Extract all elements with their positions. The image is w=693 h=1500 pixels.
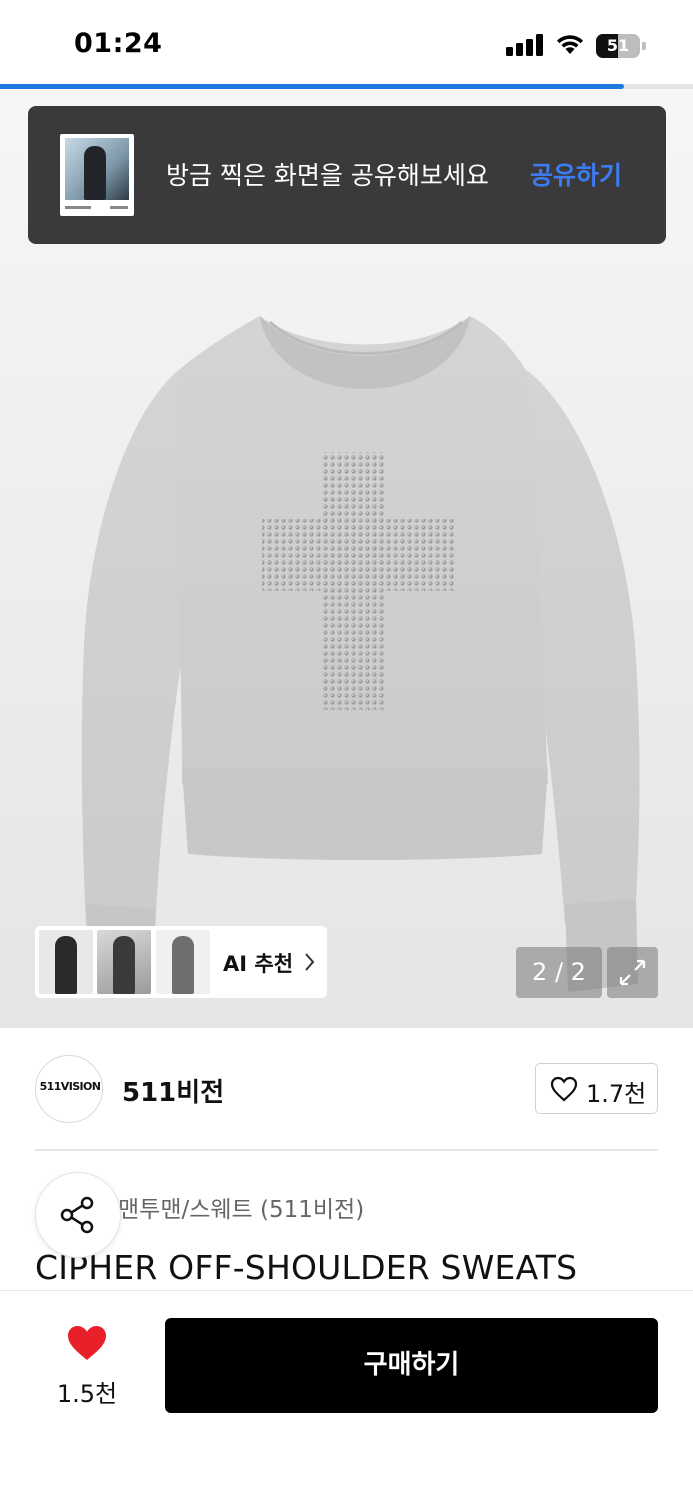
- screenshot-thumbnail[interactable]: [60, 134, 134, 216]
- ai-recommend-button[interactable]: AI 추천: [35, 926, 327, 998]
- ai-recommend-label: AI 추천: [223, 952, 294, 976]
- wifi-icon: [555, 32, 585, 56]
- brand-logo-text: 511VISION: [39, 1080, 101, 1093]
- image-counter: 2 / 2: [516, 947, 602, 998]
- share-floating-button[interactable]: [35, 1172, 121, 1258]
- ai-recommend-thumbnail: [156, 930, 210, 994]
- brand-name[interactable]: 511비전: [122, 1072, 224, 1109]
- toast-message: 방금 찍은 화면을 공유해보세요: [166, 161, 489, 190]
- status-bar: 01:24 51: [0, 0, 693, 84]
- brand-logo[interactable]: 511VISION: [35, 1055, 103, 1123]
- battery-icon: 51: [596, 34, 646, 58]
- share-icon: [60, 1196, 94, 1234]
- expand-image-button[interactable]: [607, 947, 658, 998]
- buy-button[interactable]: 구매하기: [165, 1318, 658, 1413]
- battery-level: 51: [606, 36, 630, 55]
- brand-like-button[interactable]: 1.7천: [535, 1063, 658, 1114]
- status-time: 01:24: [74, 28, 163, 59]
- divider: [35, 1149, 658, 1151]
- ai-recommend-thumbnail: [97, 930, 151, 994]
- product-image: [81, 316, 640, 994]
- share-button[interactable]: 공유하기: [530, 156, 622, 192]
- brand-like-count: 1.7천: [586, 1080, 647, 1108]
- product-category[interactable]: 맨투맨/스웨트 (511비전): [118, 1190, 364, 1224]
- heart-outline-icon: [550, 1076, 578, 1102]
- heart-filled-icon[interactable]: [66, 1324, 108, 1362]
- share-screenshot-toast: 방금 찍은 화면을 공유해보세요 공유하기: [28, 106, 666, 244]
- product-title: CIPHER OFF-SHOULDER SWEATS: [35, 1248, 578, 1287]
- ai-recommend-thumbnail: [39, 930, 93, 994]
- cellular-signal-icon: [506, 34, 544, 56]
- expand-icon: [619, 959, 646, 986]
- chevron-right-icon: [305, 953, 315, 971]
- like-count: 1.5천: [56, 1380, 118, 1408]
